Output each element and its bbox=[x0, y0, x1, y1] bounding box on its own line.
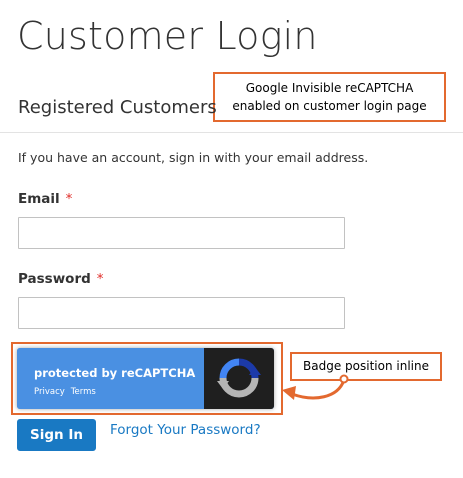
required-asterisk: * bbox=[65, 191, 73, 207]
forgot-password-link[interactable]: Forgot Your Password? bbox=[110, 421, 261, 439]
badge-links: Privacy Terms bbox=[34, 387, 96, 398]
badge-text-area: protected by reCAPTCHA Privacy Terms bbox=[17, 348, 204, 409]
sign-in-button[interactable]: Sign In bbox=[17, 419, 96, 451]
badge-protected-text: protected by reCAPTCHA bbox=[34, 366, 196, 380]
section-divider bbox=[0, 132, 463, 133]
password-field[interactable] bbox=[18, 297, 345, 329]
email-label-text: Email bbox=[18, 191, 60, 207]
privacy-link[interactable]: Privacy bbox=[34, 387, 65, 397]
curved-arrow-icon bbox=[282, 374, 349, 400]
page-title: Customer Login bbox=[17, 14, 318, 58]
recaptcha-logo-icon bbox=[217, 358, 261, 398]
required-asterisk: * bbox=[96, 271, 104, 287]
email-field[interactable] bbox=[18, 217, 345, 249]
terms-link[interactable]: Terms bbox=[71, 387, 96, 397]
recaptcha-callout-line-2: enabled on customer login page bbox=[232, 99, 427, 113]
section-title: Registered Customers bbox=[18, 97, 217, 118]
recaptcha-enabled-callout: Google Invisible reCAPTCHA enabled on cu… bbox=[213, 72, 446, 122]
password-label-text: Password bbox=[18, 271, 91, 287]
recaptcha-callout-line-1: Google Invisible reCAPTCHA bbox=[245, 81, 414, 95]
intro-text: If you have an account, sign in with you… bbox=[18, 150, 369, 165]
email-label: Email * bbox=[18, 190, 72, 208]
recaptcha-badge[interactable]: protected by reCAPTCHA Privacy Terms bbox=[17, 348, 274, 409]
password-label: Password * bbox=[18, 270, 104, 288]
badge-logo-area bbox=[204, 348, 274, 409]
